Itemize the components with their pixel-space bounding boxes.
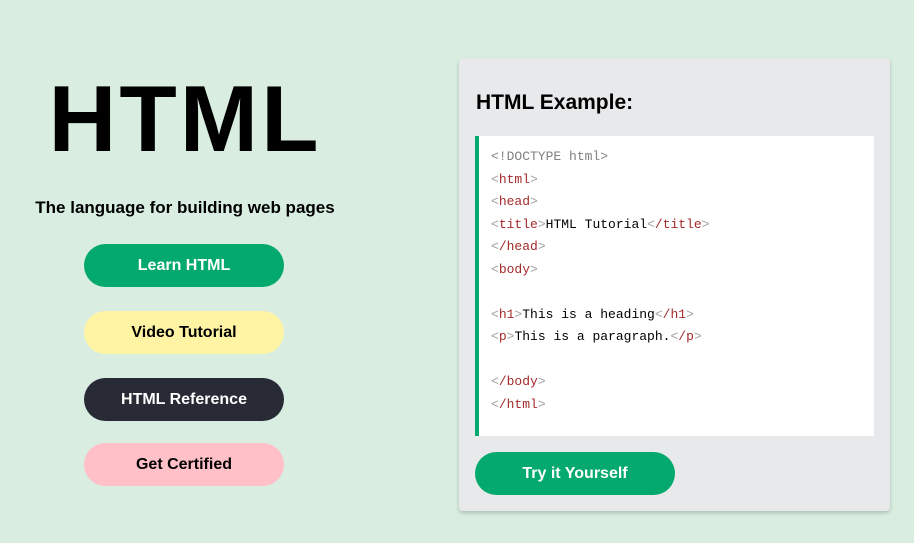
code-line: <h1>This is a heading</h1> bbox=[491, 306, 694, 322]
code-tag-name: html bbox=[498, 171, 531, 187]
code-line: </html> bbox=[491, 396, 546, 412]
learn-html-button[interactable]: Learn HTML bbox=[84, 244, 284, 287]
code-line: <head> bbox=[491, 194, 538, 209]
page-title: HTML bbox=[48, 66, 322, 171]
code-tag-name: head bbox=[498, 194, 531, 209]
code-tag-name: /html bbox=[498, 396, 538, 412]
page-subtitle: The language for building web pages bbox=[35, 198, 335, 217]
example-card: HTML Example: <!DOCTYPE html> <html> <head… bbox=[459, 58, 890, 511]
code-line: <title>HTML Tutorial</title> bbox=[491, 216, 710, 232]
code-content: HTML Tutorial bbox=[545, 216, 648, 232]
code-line: <!DOCTYPE html> bbox=[491, 146, 874, 169]
code-tag-name: h1 bbox=[498, 306, 515, 322]
code-line: </body> bbox=[491, 374, 546, 389]
code-example: <!DOCTYPE html> <html> <head> <title>HTML T… bbox=[475, 136, 874, 436]
code-line: </head> bbox=[491, 239, 546, 254]
code-tag-name: /body bbox=[498, 374, 538, 389]
html-reference-button[interactable]: HTML Reference bbox=[84, 378, 284, 421]
code-content: This is a heading bbox=[522, 306, 655, 322]
code-tag-name: /head bbox=[498, 239, 538, 254]
code-tag-name: body bbox=[498, 261, 531, 277]
code-tag-name: /h1 bbox=[662, 306, 687, 322]
code-tag-name: title bbox=[498, 216, 538, 232]
get-certified-button[interactable]: Get Certified bbox=[84, 443, 284, 486]
code-tag-name: /title bbox=[654, 216, 702, 232]
code-tag-name: /p bbox=[678, 329, 694, 344]
hero-section: HTML The language for building web pages… bbox=[0, 0, 370, 543]
code-content: This is a paragraph. bbox=[514, 329, 671, 344]
code-line: <html> bbox=[491, 171, 538, 187]
video-tutorial-button[interactable]: Video Tutorial bbox=[84, 311, 284, 354]
code-doctype: <!DOCTYPE html> bbox=[491, 149, 609, 164]
try-it-yourself-button[interactable]: Try it Yourself bbox=[475, 452, 675, 495]
code-line: <p>This is a paragraph.</p> bbox=[491, 329, 702, 344]
code-tag-name: p bbox=[498, 329, 507, 344]
example-heading: HTML Example: bbox=[476, 91, 634, 114]
code-line: <body> bbox=[491, 261, 538, 277]
